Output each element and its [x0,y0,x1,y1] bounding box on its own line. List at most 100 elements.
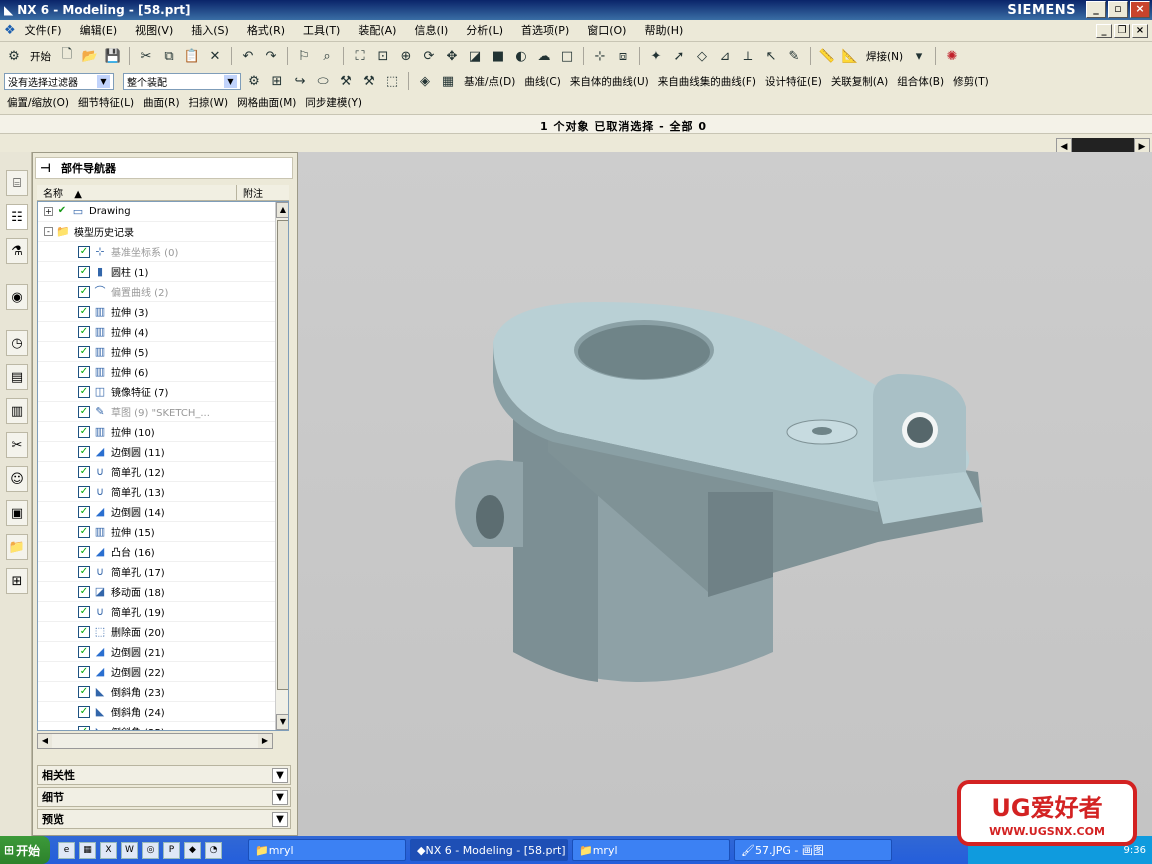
menu-analysis[interactable]: 分析(L) [457,21,512,41]
menu-design-feature[interactable]: 设计特征(E) [762,74,825,89]
type-filter-select[interactable]: 没有选择过滤器 ▼ [4,72,114,90]
weld-menu[interactable]: 焊接(N) [863,49,906,64]
chevron-down-icon[interactable]: ▼ [272,768,288,783]
tree-row[interactable]: ✓ ∪ 简单孔 (19) [38,602,288,622]
ruler-icon[interactable]: 📏 [817,46,837,66]
tree-horizontal-scrollbar[interactable]: ◀ ▶ [37,733,273,749]
menu-offset-scale[interactable]: 偏置/缩放(O) [4,95,72,110]
visibility-checkbox[interactable]: ✓ [78,725,90,730]
tree-row[interactable]: ✓ ◢ 边倒圆 (14) [38,502,288,522]
menu-file[interactable]: 文件(F) [16,21,71,41]
tree-row[interactable]: ✓ ∪ 简单孔 (17) [38,562,288,582]
task-item-active[interactable]: ◆ NX 6 - Modeling - [58.prt] [410,839,568,861]
hd3d-tools-icon[interactable]: ⊞ [6,568,28,594]
visibility-checkbox[interactable]: ✓ [78,605,90,618]
tree-row[interactable]: ✓ ⬚ 删除面 (20) [38,622,288,642]
minimize-button[interactable]: _ [1086,1,1106,18]
tree-row[interactable]: ✓ ◢ 边倒圆 (21) [38,642,288,662]
reuse-library-icon[interactable]: 📁 [6,534,28,560]
menu-combine[interactable]: 组合体(B) [894,74,947,89]
system-scenes-icon[interactable]: ▣ [6,500,28,526]
visibility-checkbox[interactable]: ✓ [78,305,90,318]
assembly-navigator-icon[interactable]: ⌸ [6,170,28,196]
tree-row[interactable]: ✓ ⌒ 偏置曲线 (2) [38,282,288,302]
visibility-checkbox[interactable]: ✓ [78,645,90,658]
part-model[interactable] [298,152,1152,836]
select-icon[interactable]: ↖ [761,46,781,66]
menu-view[interactable]: 视图(V) [126,21,182,41]
feature-icon[interactable]: ⚒ [336,71,356,91]
expand-icon[interactable]: + [44,207,53,216]
tree-row[interactable]: + ✔ ▭ Drawing [38,202,288,222]
details-panel[interactable]: 细节 ▼ [37,787,291,807]
undo-icon[interactable]: ↶ [238,46,258,66]
tree-row[interactable]: ✓ ∪ 简单孔 (12) [38,462,288,482]
visibility-checkbox[interactable]: ✓ [78,425,90,438]
visibility-checkbox[interactable]: ✓ [78,525,90,538]
tree-row[interactable]: ✓ ◢ 凸台 (16) [38,542,288,562]
menu-trim[interactable]: 修剪(T) [950,74,992,89]
binoculars-icon[interactable]: ⌕ [317,46,337,66]
command-finder-icon[interactable]: ⚐ [294,46,314,66]
visibility-checkbox[interactable]: ✓ [78,585,90,598]
scroll-down-icon[interactable]: ▼ [276,714,288,730]
measure-icon[interactable]: ⟂ [738,46,758,66]
task-item[interactable]: 📁 mryl [248,839,406,861]
menu-edit[interactable]: 编辑(E) [71,21,127,41]
redo-icon[interactable]: ↷ [261,46,281,66]
visibility-checkbox[interactable]: ✓ [78,465,90,478]
assembly-icon[interactable]: ▦ [438,71,458,91]
tree-row[interactable]: ✓ ◪ 移动面 (18) [38,582,288,602]
visibility-checkbox[interactable]: ✓ [78,345,90,358]
scroll-up-icon[interactable]: ▲ [276,202,288,218]
tree-row[interactable]: ✓ ⊹ 基准坐标系 (0) [38,242,288,262]
menu-assembly[interactable]: 装配(A) [349,21,405,41]
fit-view-icon[interactable]: ⛶ [350,46,370,66]
visibility-checkbox[interactable]: ✓ [78,405,90,418]
visibility-checkbox[interactable]: ✓ [78,705,90,718]
menu-information[interactable]: 信息(I) [405,21,457,41]
menu-surface[interactable]: 曲面(R) [140,95,183,110]
visibility-checkbox[interactable]: ✓ [78,545,90,558]
weld-dropdown-icon[interactable]: ▾ [909,46,929,66]
scroll-thumb[interactable] [277,220,288,690]
visibility-checkbox[interactable]: ✓ [78,565,90,578]
nx-icon[interactable]: ◆ [184,841,201,859]
new-file-icon[interactable]: 🗋 [57,46,77,66]
tree-row[interactable]: ✓ ▥ 拉伸 (3) [38,302,288,322]
menu-window[interactable]: 窗口(O) [578,21,635,41]
body-icon[interactable]: ⚒ [359,71,379,91]
palette-icon[interactable]: ▥ [6,398,28,424]
maximize-button[interactable]: ▫ [1108,1,1128,18]
lighting-icon[interactable]: ☁ [534,46,554,66]
cut-icon[interactable]: ✂ [136,46,156,66]
graphics-window[interactable] [298,152,1152,836]
tree-row[interactable]: ✓ ◢ 边倒圆 (22) [38,662,288,682]
menu-detail-feature[interactable]: 细节特征(L) [75,95,137,110]
point-icon[interactable]: ✦ [646,46,666,66]
tree-vertical-scrollbar[interactable]: ▲ ▼ [275,202,288,730]
tree-row[interactable]: ✓ ▥ 拉伸 (6) [38,362,288,382]
column-note-header[interactable]: 附注 [237,185,289,200]
save-icon[interactable]: 💾 [103,46,123,66]
analysis-icon[interactable]: 📐 [840,46,860,66]
shaded-cube-icon[interactable]: ■ [488,46,508,66]
constraint-navigator-icon[interactable]: ⚗ [6,238,28,264]
process-studio-icon[interactable]: ✂ [6,432,28,458]
preview-panel[interactable]: 预览 ▼ [37,809,291,829]
tree-row[interactable]: ✓ ▥ 拉伸 (4) [38,322,288,342]
selection-scope-select[interactable]: 整个装配 ▼ [123,72,241,90]
scroll-left-icon[interactable]: ◀ [38,734,52,748]
visibility-checkbox[interactable]: ✓ [78,485,90,498]
tree-row[interactable]: ✓ ▮ 圆柱 (1) [38,262,288,282]
scroll-right-icon[interactable]: ▶ [258,734,272,748]
zoom-icon[interactable]: ⊡ [373,46,393,66]
visibility-checkbox[interactable]: ✓ [78,665,90,678]
visibility-checkbox[interactable]: ✓ [78,365,90,378]
part-navigator-icon[interactable]: ☷ [6,204,28,230]
menu-curve-from-body[interactable]: 来自体的曲线(U) [567,74,652,89]
menu-sweep[interactable]: 扫掠(W) [186,95,232,110]
feature-tree[interactable]: + ✔ ▭ Drawing - 📁 模型历史记录 ✓ ⊹ 基准坐标系 (0) ✓ ▮ 圆柱 (1) ✓ ⌒ 偏… [37,201,289,731]
open-folder-icon[interactable]: 📂 [80,46,100,66]
menu-format[interactable]: 格式(R) [238,21,294,41]
